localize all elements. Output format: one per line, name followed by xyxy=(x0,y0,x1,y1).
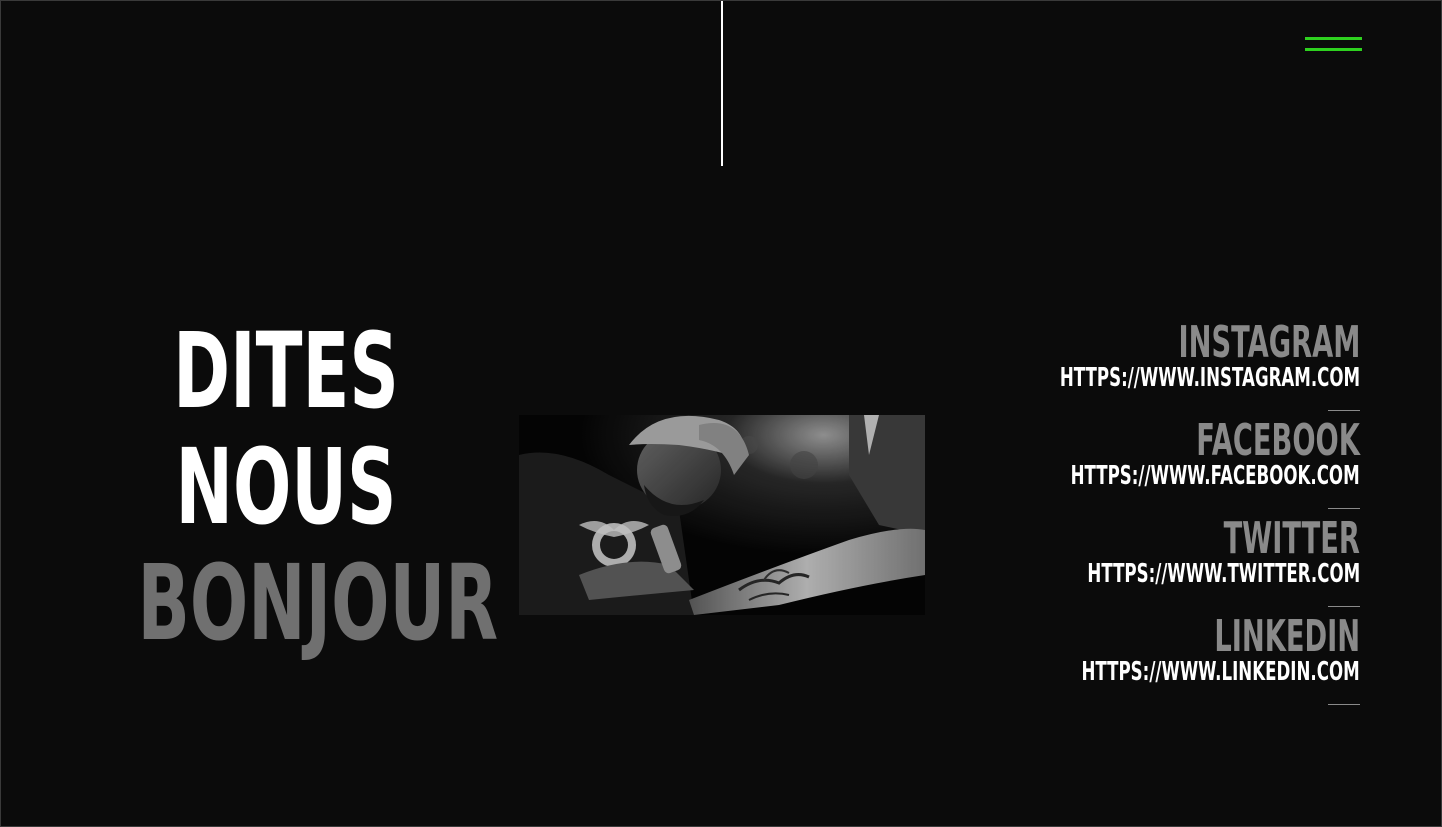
divider xyxy=(1328,508,1360,509)
social-name-linkedin: LINKEDIN xyxy=(1214,611,1360,662)
social-link-facebook[interactable]: HTTPS://WWW.FACEBOOK.COM xyxy=(1071,463,1360,489)
hamburger-menu-icon[interactable] xyxy=(1305,37,1363,55)
social-name-facebook: FACEBOOK xyxy=(1196,415,1360,466)
social-item-twitter: TWITTER HTTPS://WWW.TWITTER.COM xyxy=(1000,517,1360,615)
menu-bar-bottom xyxy=(1305,48,1362,51)
tattoo-artist-photo xyxy=(519,415,925,615)
hero-line-2: NOUS xyxy=(175,426,397,548)
social-item-instagram: INSTAGRAM HTTPS://WWW.INSTAGRAM.COM xyxy=(1000,321,1360,419)
social-name-twitter: TWITTER xyxy=(1223,513,1360,564)
menu-bar-top xyxy=(1305,37,1362,40)
social-links: INSTAGRAM HTTPS://WWW.INSTAGRAM.COM FACE… xyxy=(1000,321,1360,713)
social-link-linkedin[interactable]: HTTPS://WWW.LINKEDIN.COM xyxy=(1082,659,1360,685)
hero-line-3: BONJOUR xyxy=(137,542,499,664)
divider xyxy=(1328,410,1360,411)
social-link-twitter[interactable]: HTTPS://WWW.TWITTER.COM xyxy=(1087,561,1360,587)
hero-line-1: DITES xyxy=(173,310,399,432)
divider xyxy=(1328,606,1360,607)
social-item-facebook: FACEBOOK HTTPS://WWW.FACEBOOK.COM xyxy=(1000,419,1360,517)
social-name-instagram: INSTAGRAM xyxy=(1178,317,1360,368)
divider xyxy=(1328,704,1360,705)
social-link-instagram[interactable]: HTTPS://WWW.INSTAGRAM.COM xyxy=(1060,365,1360,391)
social-item-linkedin: LINKEDIN HTTPS://WWW.LINKEDIN.COM xyxy=(1000,615,1360,713)
hero-heading: DITES NOUS BONJOUR xyxy=(61,313,511,661)
decorative-vertical-line xyxy=(721,1,723,166)
